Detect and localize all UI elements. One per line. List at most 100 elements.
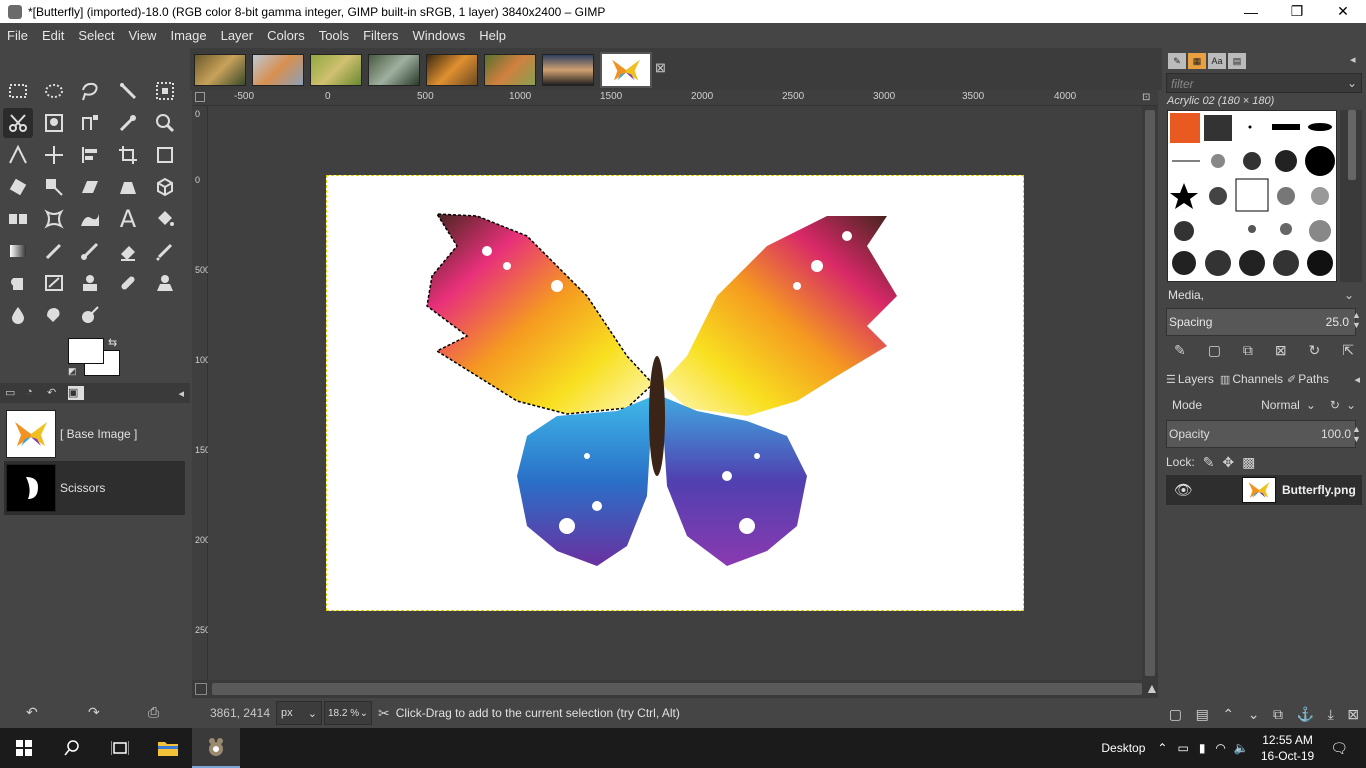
foreground-select-icon[interactable] <box>39 108 69 138</box>
rotate-icon[interactable] <box>3 172 33 202</box>
measure-icon[interactable] <box>3 140 33 170</box>
chevron-up-icon[interactable]: ⌃ <box>1157 741 1167 755</box>
dock-menu-icon[interactable]: ◂ <box>1350 53 1356 66</box>
mode-select[interactable]: Normal <box>1261 398 1300 412</box>
wifi-icon[interactable]: ◠ <box>1215 741 1225 755</box>
image-tab-thumbnail[interactable] <box>194 54 246 86</box>
clone-icon[interactable] <box>75 268 105 298</box>
new-layer-group-icon[interactable]: ▤ <box>1196 706 1209 723</box>
opacity-stepper-icon[interactable]: ▲ ▼ <box>1352 424 1361 444</box>
paths-tab-icon[interactable]: ✐ <box>1287 373 1296 386</box>
text-icon[interactable]: A <box>113 204 143 234</box>
network-device-icon[interactable]: ▭ <box>1177 741 1188 755</box>
image-canvas[interactable] <box>326 175 1024 611</box>
menu-edit[interactable]: Edit <box>35 28 71 43</box>
brushes-tab-icon[interactable]: ✎ <box>1168 53 1186 69</box>
perspective-icon[interactable] <box>113 172 143 202</box>
brush-scroll-thumb[interactable] <box>1348 110 1356 180</box>
navigate-icon[interactable] <box>195 683 207 695</box>
paintbrush-icon[interactable] <box>75 236 105 266</box>
eraser-icon[interactable] <box>113 236 143 266</box>
airbrush-icon[interactable] <box>150 236 180 266</box>
image-tab-thumbnail[interactable] <box>542 54 594 86</box>
paths-icon[interactable] <box>75 108 105 138</box>
redo-icon[interactable]: ↷ <box>88 704 100 721</box>
minimize-button[interactable]: — <box>1228 0 1274 23</box>
lock-alpha-icon[interactable]: ▩ <box>1242 454 1255 471</box>
lock-pixels-icon[interactable]: ✎ <box>1203 454 1215 471</box>
foreground-color-swatch-front[interactable] <box>68 338 104 364</box>
smudge-icon[interactable] <box>39 300 69 330</box>
move-icon[interactable] <box>39 140 69 170</box>
tab-channels[interactable]: Channels <box>1232 372 1283 386</box>
cage-icon[interactable] <box>39 204 69 234</box>
mode-reset-icon[interactable]: ↻ <box>1330 398 1340 412</box>
zoom-icon[interactable] <box>150 108 180 138</box>
tab-layers[interactable]: Layers <box>1178 372 1214 386</box>
dock-menu-icon[interactable]: ◂ <box>1354 373 1360 386</box>
menu-colors[interactable]: Colors <box>260 28 312 43</box>
scale-icon[interactable] <box>39 172 69 202</box>
delete-brush-icon[interactable]: ⊠ <box>1275 342 1287 359</box>
menu-layer[interactable]: Layer <box>214 28 261 43</box>
layers-tab-icon[interactable]: ☰ <box>1166 373 1176 386</box>
mypaint-icon[interactable] <box>39 268 69 298</box>
image-tab-thumbnail[interactable] <box>252 54 304 86</box>
opacity-slider[interactable]: Opacity 100.0 <box>1166 420 1356 448</box>
chevron-down-icon[interactable]: ⌄ <box>1346 398 1356 412</box>
menu-help[interactable]: Help <box>472 28 513 43</box>
zoom-select[interactable]: 18.2 % ⌄ <box>324 701 372 725</box>
duplicate-layer-icon[interactable]: ⧉ <box>1273 706 1283 723</box>
vertical-scroll-thumb[interactable] <box>1145 110 1155 676</box>
unit-select[interactable]: px ⌄ <box>276 701 322 725</box>
dock-menu-icon[interactable]: ◂ <box>178 387 184 400</box>
brush-filter-input[interactable]: filter ⌄ <box>1166 73 1362 93</box>
shear-icon[interactable] <box>75 172 105 202</box>
windows-start-icon[interactable] <box>0 728 48 768</box>
free-select-icon[interactable] <box>75 76 105 106</box>
task-view-icon[interactable] <box>96 728 144 768</box>
pencil-icon[interactable] <box>39 236 69 266</box>
image-tab-thumbnail-active[interactable] <box>600 52 652 88</box>
raise-layer-icon[interactable]: ⌃ <box>1222 706 1234 723</box>
gradient-icon[interactable] <box>3 236 33 266</box>
search-icon[interactable] <box>48 728 96 768</box>
image-tab-thumbnail[interactable] <box>310 54 362 86</box>
align-icon[interactable] <box>75 140 105 170</box>
file-explorer-icon[interactable] <box>144 728 192 768</box>
image-tab-thumbnail[interactable] <box>368 54 420 86</box>
close-button[interactable]: ✕ <box>1320 0 1366 23</box>
horizontal-scroll-thumb[interactable] <box>212 683 1142 695</box>
patterns-tab-icon[interactable]: ▦ <box>1188 53 1206 69</box>
menu-file[interactable]: File <box>0 28 35 43</box>
bucket-fill-icon[interactable] <box>150 204 180 234</box>
zoom-to-fit-icon[interactable]: ⊡ <box>1142 92 1150 103</box>
refresh-brushes-icon[interactable]: ↻ <box>1309 342 1321 359</box>
layer-name[interactable]: Butterfly.png <box>1282 483 1356 497</box>
smudge-wave-icon[interactable] <box>75 204 105 234</box>
volume-icon[interactable]: 🔈 <box>1234 741 1249 755</box>
undo-icon[interactable]: ↶ <box>26 704 38 721</box>
lower-layer-icon[interactable]: ⌄ <box>1248 706 1260 723</box>
ellipse-select-icon[interactable] <box>39 76 69 106</box>
menu-select[interactable]: Select <box>71 28 121 43</box>
fonts-tab-icon[interactable]: Aa <box>1208 53 1226 69</box>
gimp-taskbar-icon[interactable] <box>192 728 240 768</box>
chevron-down-icon[interactable]: ⌄ <box>1306 398 1316 412</box>
brush-category-select[interactable]: Media, ⌄ <box>1166 286 1362 306</box>
scissors-select-icon[interactable] <box>3 108 33 138</box>
tool-options-tab-icon[interactable]: ▭ <box>5 386 21 400</box>
horizontal-scrollbar[interactable]: ▲ <box>192 680 1159 698</box>
image-tab-thumbnail[interactable] <box>484 54 536 86</box>
menu-tools[interactable]: Tools <box>312 28 356 43</box>
clear-history-icon[interactable]: ⎙ <box>148 704 159 721</box>
default-colors-icon[interactable]: ◩ <box>68 366 77 377</box>
visibility-eye-icon[interactable]: 👁 <box>1174 481 1193 499</box>
menu-windows[interactable]: Windows <box>405 28 472 43</box>
document-history-tab-icon[interactable]: ▤ <box>1228 53 1246 69</box>
new-layer-icon[interactable]: ▢ <box>1169 706 1182 723</box>
edit-brush-icon[interactable]: ✎ <box>1174 342 1186 359</box>
ink-icon[interactable] <box>3 268 33 298</box>
vertical-scrollbar[interactable] <box>1142 106 1158 680</box>
delete-layer-icon[interactable]: ⊠ <box>1347 706 1359 723</box>
